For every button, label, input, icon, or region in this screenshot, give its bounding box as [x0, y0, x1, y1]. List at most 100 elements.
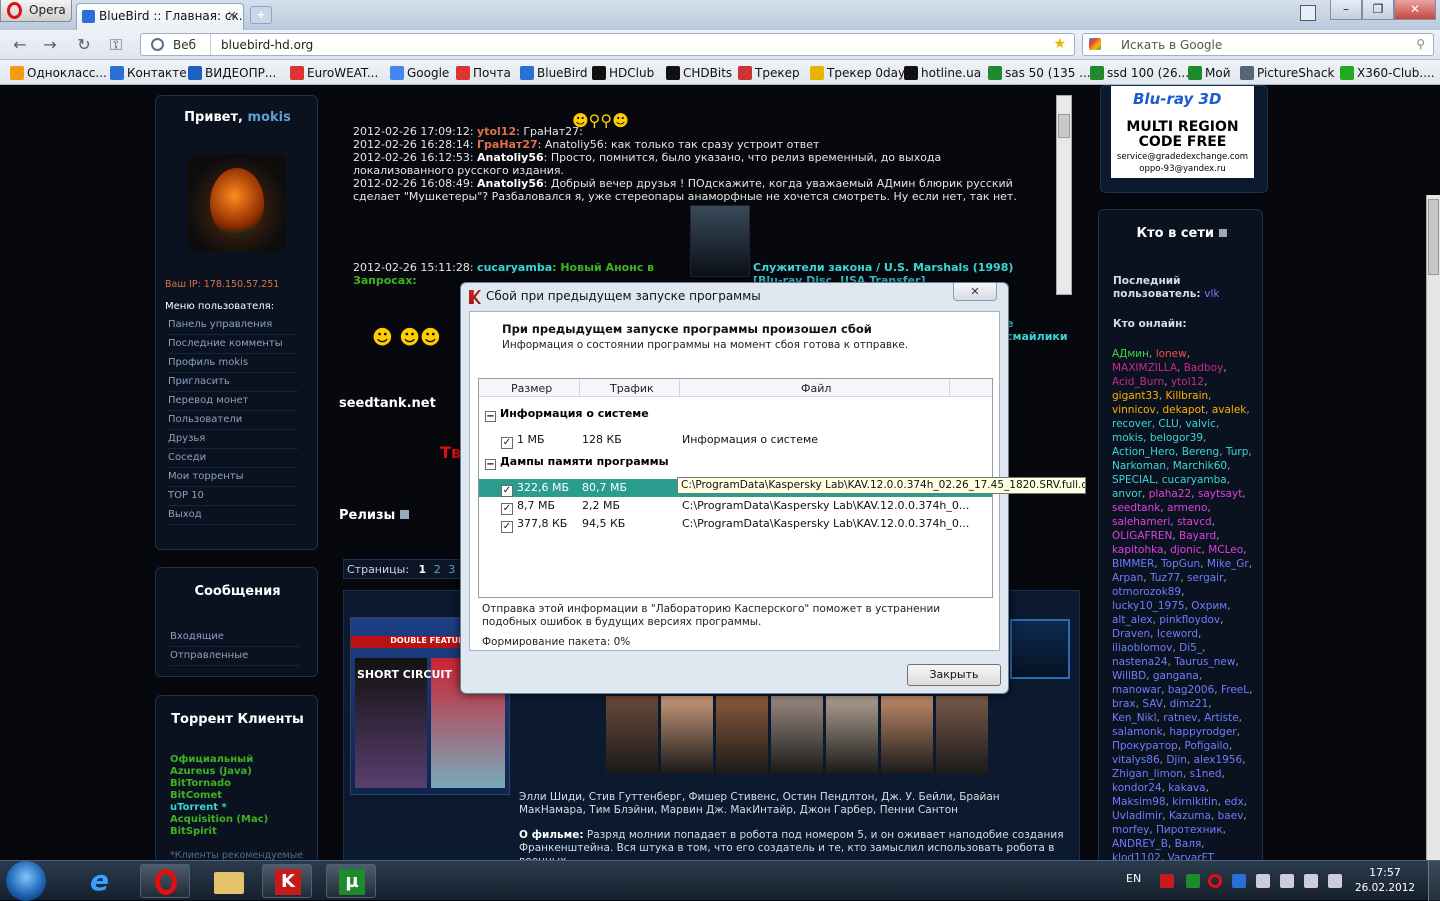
online-user[interactable]: kirnikitin — [1172, 796, 1217, 808]
trash-icon[interactable] — [1300, 5, 1316, 21]
search-input[interactable]: Искать в Google ⚲ — [1082, 33, 1434, 56]
online-user[interactable]: ratnev — [1163, 712, 1197, 724]
bookmark-item[interactable]: BlueBird — [520, 66, 587, 80]
online-user[interactable]: Di5_ — [1179, 642, 1202, 654]
online-user[interactable]: SAV — [1142, 698, 1163, 710]
online-user[interactable]: salehameri — [1112, 516, 1170, 528]
client-link[interactable]: uTorrent * — [170, 802, 310, 814]
messages-menu-item[interactable]: Отправленные — [170, 647, 300, 666]
online-user[interactable]: Mike_Gr — [1207, 558, 1249, 570]
bookmark-item[interactable]: sas 50 (135 ... — [988, 66, 1091, 80]
greeting-username[interactable]: mokis — [248, 110, 291, 125]
online-user[interactable]: Pofigailo — [1185, 740, 1229, 752]
network-icon[interactable] — [1304, 874, 1318, 888]
utorrent-tray-icon[interactable] — [1186, 874, 1200, 888]
online-user[interactable]: cucaryamba — [1162, 474, 1227, 486]
col-size[interactable]: Размер — [511, 382, 552, 395]
collapse-icon[interactable]: − — [485, 411, 496, 422]
online-user[interactable]: morfey — [1112, 824, 1149, 836]
online-user[interactable]: MAXIMZILLA — [1112, 362, 1177, 374]
online-user[interactable]: alt_alex — [1112, 614, 1153, 626]
online-user[interactable]: Turp — [1226, 446, 1248, 458]
online-user[interactable]: Iceword — [1157, 628, 1198, 640]
online-user[interactable]: Narkoman — [1112, 460, 1166, 472]
table-row[interactable]: ✓ 1 МБ 128 КБ Информация о системе — [479, 431, 992, 449]
user-menu-item[interactable]: Панель управления — [168, 316, 298, 335]
clock-time[interactable]: 17:57 — [1360, 866, 1410, 879]
ie-icon[interactable]: e — [80, 864, 130, 898]
user-menu-item[interactable]: TOP 10 — [168, 487, 298, 506]
online-user[interactable]: Охрим — [1191, 600, 1227, 612]
opera-tray-icon[interactable] — [1208, 874, 1222, 888]
online-user[interactable]: MCLeo — [1208, 544, 1243, 556]
online-user[interactable]: saytsayt — [1198, 488, 1242, 500]
cast-photo[interactable] — [826, 696, 878, 774]
online-user[interactable]: djonic — [1170, 544, 1201, 556]
online-user[interactable]: Bereng — [1182, 446, 1220, 458]
bookmark-item[interactable]: PictureShack — [1240, 66, 1334, 80]
online-user[interactable]: baev — [1218, 810, 1244, 822]
kaspersky-taskbar-icon[interactable]: K — [262, 864, 312, 898]
online-user[interactable]: Acid_Burn — [1112, 376, 1164, 388]
online-user[interactable]: Artiste — [1204, 712, 1239, 724]
collapse-icon[interactable] — [399, 510, 409, 519]
clapperboard-icon[interactable] — [1010, 619, 1070, 679]
online-user[interactable]: АДмин — [1112, 348, 1149, 360]
collapse-icon[interactable]: − — [485, 459, 496, 470]
maximize-button[interactable]: ❐ — [1362, 0, 1394, 20]
online-user[interactable]: Maksim98 — [1112, 796, 1166, 808]
online-user[interactable]: ytol12 — [1171, 376, 1204, 388]
online-user[interactable]: Draven — [1112, 628, 1150, 640]
online-user[interactable]: Taurus_new — [1174, 656, 1235, 668]
smileys-link[interactable]: е смайлики — [1006, 317, 1074, 343]
bookmark-item[interactable]: X360-Club.... — [1340, 66, 1435, 80]
bookmark-item[interactable]: Контакте — [110, 66, 187, 80]
reload-icon[interactable]: ↻ — [72, 34, 96, 56]
online-user[interactable]: SPECIAL — [1112, 474, 1155, 486]
chat-scrollbar[interactable] — [1056, 95, 1072, 295]
client-link[interactable]: Azureus (Java) — [170, 766, 310, 778]
volume-icon[interactable] — [1328, 874, 1342, 888]
bookmark-item[interactable]: ssd 100 (26... — [1090, 66, 1189, 80]
avatar[interactable] — [188, 154, 286, 252]
usb-tray-icon[interactable] — [1280, 874, 1294, 888]
online-user[interactable]: edx — [1224, 796, 1243, 808]
online-user[interactable]: avalek — [1212, 404, 1247, 416]
online-user[interactable]: Ken_Nikl — [1112, 712, 1157, 724]
seedtank-label[interactable]: seedtank.net — [339, 396, 436, 411]
client-link[interactable]: BitTornado — [170, 778, 310, 790]
tab-bluebird[interactable]: BlueBird :: Главная: ск... × — [76, 3, 244, 30]
cast-photo[interactable] — [661, 696, 713, 774]
table-row[interactable]: ✓ 8,7 МБ 2,2 МБ C:\ProgramData\Kaspersky … — [479, 497, 992, 515]
user-menu-item[interactable]: Выход — [168, 506, 298, 525]
online-user[interactable]: seedtank — [1112, 502, 1160, 514]
chat-smileys-row[interactable]: ☻ ☻☻ — [372, 325, 441, 349]
online-user[interactable]: s1ned — [1190, 768, 1222, 780]
close-window-button[interactable]: ✕ — [1394, 0, 1436, 20]
movie-thumbnail[interactable] — [690, 205, 750, 277]
chat-scroll-thumb[interactable] — [1058, 114, 1070, 138]
bookmark-item[interactable]: hotline.ua — [904, 66, 981, 80]
user-menu-item[interactable]: Профиль mokis — [168, 354, 298, 373]
online-user[interactable]: otmorozok89 — [1112, 586, 1181, 598]
page-1[interactable]: 1 — [419, 563, 427, 576]
online-user[interactable]: VarvarFT — [1168, 852, 1214, 860]
kaspersky-tray-icon[interactable] — [1160, 874, 1174, 888]
dialog-close-icon[interactable]: ✕ — [953, 283, 997, 301]
client-link[interactable]: BitComet — [170, 790, 310, 802]
online-user[interactable]: valvic — [1185, 418, 1215, 430]
online-user[interactable]: Killbrain — [1166, 390, 1209, 402]
group-dumps[interactable]: − Дампы памяти программы — [485, 455, 669, 470]
online-user[interactable]: gangana — [1153, 670, 1199, 682]
page-2[interactable]: 2 — [434, 563, 441, 576]
bookmark-item[interactable]: ВИДЕОПР... — [188, 66, 276, 80]
online-user[interactable]: nastena24 — [1112, 656, 1168, 668]
online-user[interactable]: Kazuma — [1169, 810, 1211, 822]
chat-user[interactable]: Anatoliy56 — [477, 177, 544, 190]
language-indicator[interactable]: EN — [1126, 872, 1141, 885]
new-tab-button[interactable]: + — [250, 6, 272, 24]
clock-date[interactable]: 26.02.2012 — [1352, 882, 1418, 894]
online-user[interactable]: happyrodger — [1169, 726, 1236, 738]
ad-banner[interactable]: Blu-ray 3D MULTI REGION CODE FREE servic… — [1111, 86, 1254, 178]
messages-menu-item[interactable]: Входящие — [170, 628, 300, 647]
